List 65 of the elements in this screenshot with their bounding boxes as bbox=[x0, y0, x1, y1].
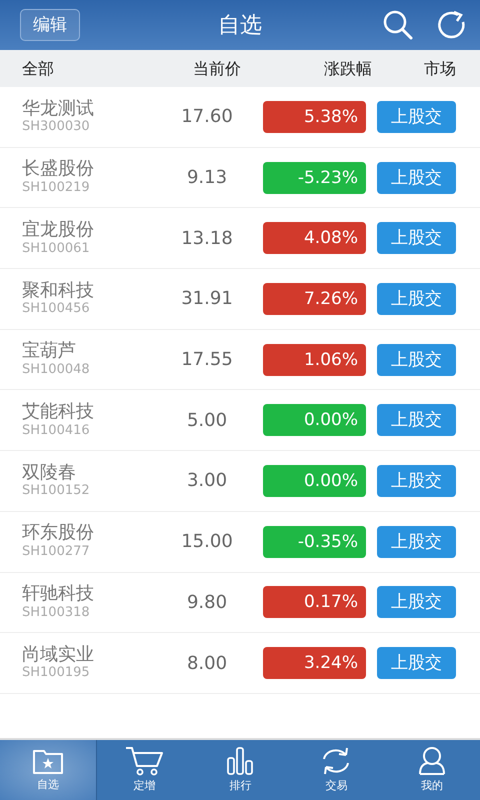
user-icon bbox=[418, 746, 446, 776]
stock-name: 艾能科技 bbox=[22, 401, 95, 423]
stock-code: SH100277 bbox=[22, 544, 91, 561]
tab[interactable]: 交易 bbox=[288, 740, 384, 800]
stock-name: 宜龙股份 bbox=[22, 218, 95, 241]
stock-name: 环东股份 bbox=[22, 522, 95, 544]
tab[interactable]: 排行 bbox=[192, 740, 288, 800]
market-button[interactable]: 上股交 bbox=[377, 464, 456, 497]
stock-code: SH300030 bbox=[22, 119, 91, 136]
price: 13.18 bbox=[180, 226, 234, 251]
column-header: 涨跌幅 bbox=[324, 58, 372, 80]
change-badge: 5.38% bbox=[263, 100, 366, 133]
price: 31.91 bbox=[180, 287, 234, 312]
cart-icon bbox=[124, 746, 165, 776]
price: 17.60 bbox=[180, 105, 234, 130]
stock-code: SH100456 bbox=[22, 301, 91, 318]
market-button[interactable]: 上股交 bbox=[377, 344, 456, 376]
market-button[interactable]: 上股交 bbox=[377, 282, 456, 315]
column-header: 全部 bbox=[22, 58, 54, 80]
stock-name: 长盛股份 bbox=[22, 158, 95, 180]
market-button[interactable]: 上股交 bbox=[377, 586, 456, 618]
change-badge: 0.00% bbox=[263, 404, 366, 436]
stock-code: SH100195 bbox=[22, 665, 91, 682]
market-button[interactable]: 上股交 bbox=[377, 100, 456, 133]
price: 3.00 bbox=[186, 469, 228, 494]
change-badge: -0.35% bbox=[263, 526, 366, 558]
change-badge: 0.00% bbox=[263, 464, 366, 497]
bar-chart-icon bbox=[225, 746, 256, 776]
column-header: 当前价 bbox=[193, 58, 241, 80]
change-badge: 0.17% bbox=[263, 586, 366, 618]
change-badge: 3.24% bbox=[263, 647, 366, 680]
price: 5.00 bbox=[186, 408, 228, 433]
stock-code: SH100048 bbox=[22, 362, 91, 379]
stock-code: SH100318 bbox=[22, 604, 91, 622]
market-button[interactable]: 上股交 bbox=[377, 162, 456, 194]
change-badge: 7.26% bbox=[263, 282, 366, 315]
stock-code: SH100219 bbox=[22, 180, 91, 197]
stock-code: SH100152 bbox=[22, 483, 91, 500]
stock-name: 轩驰科技 bbox=[22, 583, 95, 605]
price: 8.00 bbox=[186, 652, 228, 676]
stock-name: 宝葫芦 bbox=[22, 340, 77, 362]
page-title: 自选 bbox=[218, 12, 262, 40]
market-button[interactable]: 上股交 bbox=[377, 404, 456, 436]
price: 17.55 bbox=[180, 348, 234, 372]
column-header: 市场 bbox=[424, 58, 456, 80]
tab[interactable]: 定增 bbox=[96, 740, 193, 800]
stock-code: SH100416 bbox=[22, 422, 91, 440]
price: 9.13 bbox=[186, 166, 228, 190]
stock-name: 尚域实业 bbox=[22, 644, 95, 666]
change-badge: -5.23% bbox=[263, 162, 366, 194]
change-badge: 1.06% bbox=[263, 344, 366, 376]
price: 15.00 bbox=[180, 530, 234, 554]
market-button[interactable]: 上股交 bbox=[377, 526, 456, 558]
stock-name: 华龙测试 bbox=[22, 98, 95, 120]
stock-code: SH100061 bbox=[22, 240, 91, 258]
price: 9.80 bbox=[186, 590, 228, 615]
market-button[interactable]: 上股交 bbox=[377, 222, 456, 254]
tab[interactable]: 自选 bbox=[0, 740, 97, 800]
stock-name: 聚和科技 bbox=[22, 280, 95, 302]
market-button[interactable]: 上股交 bbox=[377, 647, 456, 680]
edit-button[interactable]: 编辑 bbox=[20, 8, 80, 42]
search-icon[interactable] bbox=[382, 9, 414, 41]
stock-name: 双陵春 bbox=[22, 462, 77, 484]
change-badge: 4.08% bbox=[263, 222, 366, 254]
tab[interactable]: 我的 bbox=[384, 740, 480, 800]
